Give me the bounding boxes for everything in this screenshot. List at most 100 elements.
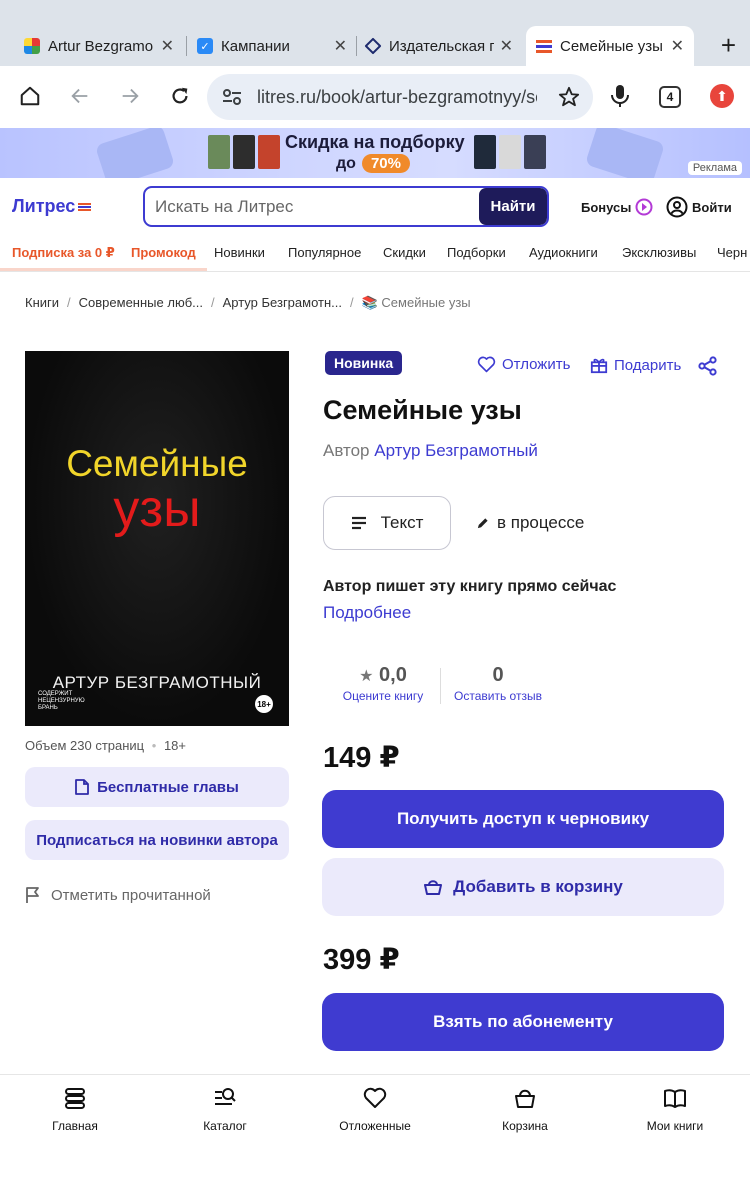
nav-item[interactable]: Популярное	[288, 245, 361, 260]
browser-tab[interactable]: Издательская п ✕	[357, 26, 523, 66]
age-rating: 18+	[163, 738, 187, 753]
subscribe-author-button[interactable]: Подписаться на новинки автора	[25, 820, 289, 860]
status-label: в процессе	[497, 513, 585, 532]
bottom-nav-catalog[interactable]: Каталог	[170, 1087, 280, 1133]
format-label: Текст	[380, 513, 424, 532]
tab-title: Семейные узы /	[560, 37, 665, 55]
banner-percent-badge: 70%	[361, 154, 410, 173]
search-input[interactable]	[155, 196, 475, 218]
bottom-nav-my-books[interactable]: Мои книги	[620, 1087, 730, 1133]
nav-item[interactable]: Черн	[717, 245, 747, 260]
tab-title: Издательская п	[389, 37, 494, 55]
site-settings-icon[interactable]	[222, 88, 242, 106]
bookmark-star-icon[interactable]	[558, 86, 580, 108]
nav-item[interactable]: Аудиокниги	[529, 245, 598, 260]
bonus-link[interactable]: Бонусы	[581, 198, 653, 216]
bottom-nav-cart[interactable]: Корзина	[470, 1087, 580, 1133]
reload-icon[interactable]	[166, 82, 194, 110]
bottom-nav-home[interactable]: Главная	[20, 1087, 130, 1133]
breadcrumb-item[interactable]: Книги	[25, 295, 59, 311]
author-link[interactable]: Артур Безграмотный	[374, 441, 538, 460]
reviews-block[interactable]: 0 Оставить отзыв	[446, 664, 550, 703]
forward-arrow-icon[interactable]	[116, 82, 144, 110]
rating-value-row: ★ 0,0	[333, 664, 433, 687]
more-link[interactable]: Подробнее	[323, 603, 411, 623]
nav-subscription[interactable]: Подписка за 0 ₽	[12, 245, 115, 261]
draft-access-button[interactable]: Получить доступ к черновику	[322, 790, 724, 848]
star-icon: ★	[359, 668, 374, 685]
book-cover[interactable]: Семейные узы АРТУР БЕЗГРАМОТНЫЙ СОДЕРЖИТ…	[25, 351, 289, 726]
format-text-button[interactable]: Текст	[323, 496, 451, 550]
discount-ticket-icon	[584, 128, 666, 178]
home-icon	[65, 1088, 85, 1109]
login-link[interactable]: Войти	[666, 196, 732, 218]
tab-count-button[interactable]: 4	[659, 86, 681, 108]
url-text: litres.ru/book/artur-bezgramotnyy/se	[257, 87, 537, 107]
heart-icon	[363, 1087, 387, 1108]
close-icon[interactable]: ✕	[671, 36, 684, 56]
breadcrumb-item[interactable]: Артур Безграмотн...	[223, 295, 342, 311]
search-button[interactable]: Найти	[479, 188, 547, 225]
nav-item[interactable]: Новинки	[214, 245, 265, 260]
bottom-nav-label: Каталог	[203, 1119, 247, 1133]
browser-tab[interactable]: Artur Bezgramo ✕	[14, 26, 184, 66]
browser-toolbar: litres.ru/book/artur-bezgramotnyy/se 4 ⬆	[0, 66, 750, 128]
browser-tab[interactable]: ✓ Кампании ✕	[187, 26, 357, 66]
free-chapters-button[interactable]: Бесплатные главы	[25, 767, 289, 807]
breadcrumb: Книги / Современные люб... / Артур Безгр…	[25, 295, 471, 311]
diamond-favicon-icon	[364, 37, 382, 55]
dot-separator: •	[151, 738, 157, 753]
breadcrumb-item[interactable]: Современные люб...	[79, 295, 203, 311]
ad-banner[interactable]: Скидка на подборку до 70% Реклама	[0, 128, 750, 178]
volume-text: Объем 230 страниц	[25, 738, 145, 753]
breadcrumb-separator: /	[350, 295, 354, 310]
share-icon	[698, 356, 717, 376]
new-tab-plus-icon[interactable]: +	[721, 30, 736, 61]
nav-promo[interactable]: Промокод	[131, 245, 196, 260]
user-icon	[666, 196, 688, 218]
book-covers-image	[474, 135, 546, 169]
save-for-later-button[interactable]: Отложить	[477, 356, 570, 373]
back-arrow-icon[interactable]	[66, 82, 94, 110]
nav-item[interactable]: Скидки	[383, 245, 426, 260]
tab-title: Кампании	[221, 37, 290, 55]
address-bar[interactable]: litres.ru/book/artur-bezgramotnyy/se	[207, 74, 593, 120]
nav-item[interactable]: Подборки	[447, 245, 506, 260]
bottom-nav-label: Мои книги	[646, 1119, 704, 1133]
rate-book-link[interactable]: Оцените книгу	[333, 689, 433, 703]
subscription-button[interactable]: Взять по абонементу	[322, 993, 724, 1051]
close-icon[interactable]: ✕	[500, 36, 513, 56]
litres-logo[interactable]: Литрес	[12, 196, 92, 217]
document-icon	[75, 779, 90, 795]
author-prefix: Автор	[323, 441, 370, 460]
breadcrumb-separator: /	[210, 295, 215, 310]
update-arrow-icon[interactable]: ⬆	[710, 84, 734, 108]
browser-tab-active[interactable]: Семейные узы / ✕	[526, 26, 694, 66]
gift-button[interactable]: Подарить	[590, 356, 681, 374]
book-icon	[664, 1089, 686, 1108]
breadcrumb-separator: /	[67, 295, 71, 310]
mark-read-label: Отметить прочитанной	[51, 886, 211, 904]
login-label: Войти	[692, 199, 732, 215]
writing-status: в процессе	[476, 513, 584, 533]
multicolor-favicon-icon	[24, 38, 40, 54]
bonus-coin-icon	[635, 198, 653, 216]
microphone-icon[interactable]	[606, 82, 634, 110]
rating-block[interactable]: ★ 0,0 Оцените книгу	[333, 664, 433, 703]
home-icon[interactable]	[16, 82, 44, 110]
divider	[440, 668, 441, 704]
add-to-cart-button[interactable]: Добавить в корзину	[322, 858, 724, 916]
nav-item[interactable]: Эксклюзивы	[622, 245, 696, 260]
close-icon[interactable]: ✕	[161, 36, 174, 56]
book-volume: Объем 230 страниц • 18+	[25, 738, 186, 753]
logo-bars-icon	[78, 202, 92, 211]
close-icon[interactable]: ✕	[334, 36, 347, 56]
subscribe-author-label: Подписаться на новинки автора	[36, 831, 278, 849]
mark-read-button[interactable]: Отметить прочитанной	[25, 886, 211, 904]
discount-ticket-icon	[94, 128, 176, 178]
draft-price: 149 ₽	[323, 742, 400, 774]
share-button[interactable]	[698, 356, 718, 376]
leave-review-link[interactable]: Оставить отзыв	[446, 689, 550, 703]
browser-tab-strip: Artur Bezgramo ✕ ✓ Кампании ✕ Издательск…	[0, 0, 750, 66]
bottom-nav-saved[interactable]: Отложенные	[320, 1087, 430, 1133]
